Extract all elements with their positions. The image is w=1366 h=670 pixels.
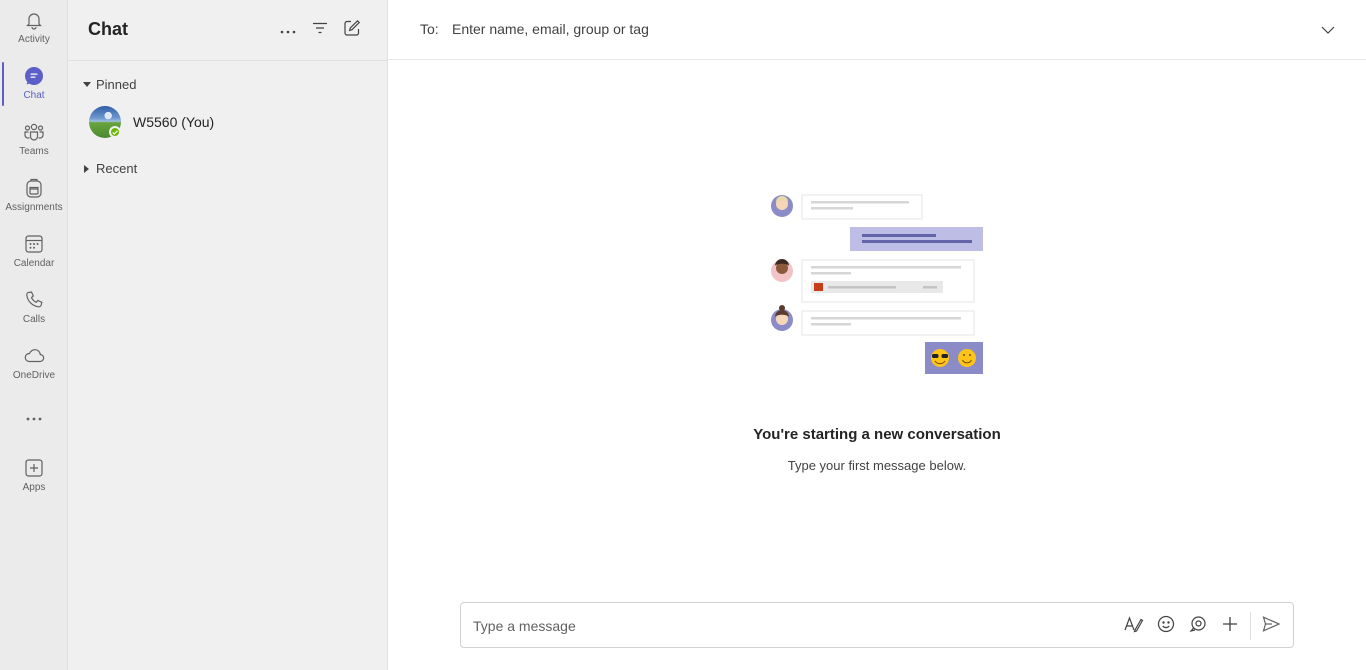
new-chat-button[interactable] bbox=[340, 18, 364, 42]
pinned-section-toggle[interactable]: Pinned bbox=[82, 77, 136, 92]
caret-down-icon bbox=[82, 80, 92, 90]
bell-icon bbox=[23, 9, 45, 31]
rail-label: Chat bbox=[23, 90, 45, 101]
message-input[interactable] bbox=[473, 613, 1093, 639]
chevron-down-icon bbox=[1321, 21, 1335, 39]
to-label: To: bbox=[420, 21, 439, 37]
format-button[interactable] bbox=[1123, 615, 1145, 637]
cloud-icon bbox=[23, 345, 45, 367]
compose-divider bbox=[1250, 612, 1251, 640]
to-bar: To: bbox=[388, 0, 1366, 60]
format-pen-icon bbox=[1124, 615, 1144, 638]
empty-state-title: You're starting a new conversation bbox=[753, 426, 1001, 443]
compose-icon bbox=[343, 19, 361, 42]
rail-item-assignments[interactable]: Assignments bbox=[0, 177, 68, 229]
add-app-icon bbox=[23, 457, 45, 479]
recent-section-toggle[interactable]: Recent bbox=[82, 161, 137, 176]
emoji-button[interactable] bbox=[1155, 615, 1177, 637]
caret-right-icon bbox=[82, 164, 92, 174]
more-icon bbox=[23, 408, 45, 430]
pane-title: Chat bbox=[88, 19, 128, 39]
loop-icon bbox=[1189, 615, 1207, 638]
rail-item-activity[interactable]: Activity bbox=[0, 9, 68, 61]
loop-component-button[interactable] bbox=[1187, 615, 1209, 637]
send-button[interactable] bbox=[1260, 615, 1282, 637]
rail-item-chat[interactable]: Chat bbox=[0, 65, 68, 117]
rail-label: Activity bbox=[18, 34, 50, 45]
more-options-button[interactable] bbox=[276, 18, 300, 42]
rail-label: Calendar bbox=[13, 258, 55, 269]
rail-label: Calls bbox=[22, 314, 46, 325]
backpack-icon bbox=[23, 177, 45, 199]
teams-icon bbox=[23, 121, 45, 143]
chat-list-item[interactable]: W5560 (You) bbox=[68, 102, 388, 142]
conversation-pane: To: Enter name, email, group or tag You'… bbox=[388, 0, 1366, 670]
rail-label: Teams bbox=[19, 146, 49, 157]
rail-label: Apps bbox=[22, 482, 46, 493]
empty-state-subtitle: Type your first message below. bbox=[787, 458, 967, 473]
rail-item-onedrive[interactable]: OneDrive bbox=[0, 345, 68, 397]
send-icon bbox=[1262, 615, 1281, 637]
phone-icon bbox=[23, 289, 45, 311]
chat-list-pane: Chat Pinned W5560 (You) Recent bbox=[68, 0, 388, 670]
ellipsis-icon bbox=[280, 21, 296, 39]
rail-item-apps[interactable]: Apps bbox=[0, 457, 68, 509]
chat-icon bbox=[23, 65, 45, 87]
more-apps-button[interactable] bbox=[0, 408, 68, 430]
chat-list-header: Chat bbox=[68, 0, 388, 61]
pinned-label: Pinned bbox=[96, 77, 137, 92]
recent-label: Recent bbox=[96, 161, 138, 176]
rail-label: OneDrive bbox=[12, 370, 56, 381]
emoji-icon bbox=[1157, 615, 1175, 638]
chat-name: W5560 (You) bbox=[133, 114, 215, 130]
attach-actions-button[interactable] bbox=[1219, 615, 1241, 637]
new-conversation-illustration bbox=[771, 194, 983, 374]
rail-item-calendar[interactable]: Calendar bbox=[0, 233, 68, 285]
expand-recipients-button[interactable] bbox=[1318, 20, 1338, 40]
rail-item-teams[interactable]: Teams bbox=[0, 121, 68, 173]
app-rail: Activity Chat Teams Assignments Calendar… bbox=[0, 0, 68, 670]
filter-button[interactable] bbox=[308, 18, 332, 42]
recipient-input[interactable] bbox=[452, 16, 1272, 42]
presence-available-icon bbox=[109, 126, 121, 138]
rail-label: Assignments bbox=[5, 202, 63, 213]
plus-icon bbox=[1222, 616, 1238, 637]
rail-item-calls[interactable]: Calls bbox=[0, 289, 68, 341]
filter-icon bbox=[312, 21, 328, 39]
calendar-icon bbox=[23, 233, 45, 255]
compose-box bbox=[460, 602, 1294, 648]
